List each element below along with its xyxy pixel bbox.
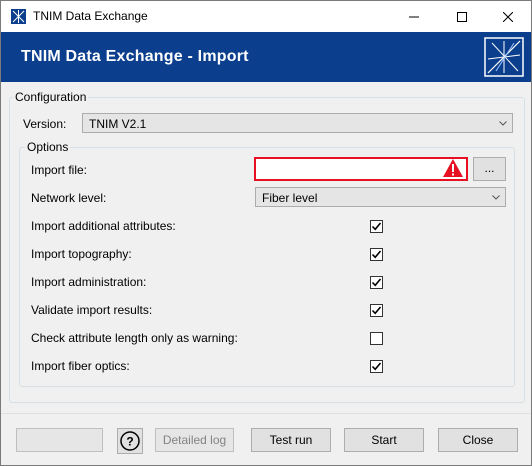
help-label: ? — [126, 435, 133, 449]
network-level-select[interactable]: Fiber level — [255, 187, 506, 207]
checkmark-icon — [371, 222, 382, 231]
test-run-button[interactable]: Test run — [251, 428, 331, 452]
import-file-label: Import file: — [31, 163, 88, 177]
close-button[interactable]: Close — [438, 428, 518, 452]
network-level-value: Fiber level — [262, 191, 318, 205]
import-file-input[interactable] — [254, 157, 468, 181]
close-icon — [503, 11, 513, 22]
blank-button — [16, 428, 103, 452]
chevron-down-icon — [492, 195, 500, 200]
app-icon — [11, 9, 26, 24]
checkbox-label: Check attribute length only as warning: — [31, 331, 238, 345]
option-checkbox[interactable] — [370, 248, 383, 261]
checkbox-label: Import additional attributes: — [31, 219, 176, 233]
title-bar: TNIM Data Exchange — [1, 1, 531, 32]
minimize-icon — [409, 16, 419, 17]
option-checkbox[interactable] — [370, 304, 383, 317]
option-checkbox[interactable] — [370, 360, 383, 373]
header-banner: TNIM Data Exchange - Import — [1, 32, 531, 82]
checkmark-icon — [371, 250, 382, 259]
option-checkbox[interactable] — [370, 332, 383, 345]
checkbox-label: Import fiber optics: — [31, 359, 130, 373]
option-checkbox[interactable] — [370, 220, 383, 233]
version-label: Version: — [23, 117, 67, 131]
checkmark-icon — [371, 362, 382, 371]
detailed-log-button[interactable]: Detailed log — [155, 428, 234, 452]
maximize-icon — [457, 11, 467, 22]
version-select[interactable]: TNIM V2.1 — [82, 113, 513, 133]
close-window-button[interactable] — [485, 1, 531, 32]
window-title: TNIM Data Exchange — [33, 9, 148, 23]
checkbox-label: Validate import results: — [31, 303, 153, 317]
checkbox-label: Import administration: — [31, 275, 147, 289]
banner-title: TNIM Data Exchange - Import — [21, 48, 249, 65]
configuration-group-label: Configuration — [13, 90, 89, 104]
checkmark-icon — [371, 278, 382, 287]
option-checkbox[interactable] — [370, 276, 383, 289]
checkbox-label: Import topography: — [31, 247, 132, 261]
start-button[interactable]: Start — [344, 428, 424, 452]
chevron-down-icon — [499, 121, 507, 126]
warning-icon — [443, 159, 463, 177]
footer-divider — [1, 413, 531, 414]
checkmark-icon — [371, 306, 382, 315]
network-level-label: Network level: — [31, 191, 107, 205]
options-group — [19, 147, 515, 387]
minimize-button[interactable] — [391, 1, 437, 32]
tnim-logo-icon — [484, 37, 524, 77]
options-group-label: Options — [25, 140, 71, 154]
browse-button[interactable]: ... — [473, 157, 506, 181]
help-icon[interactable]: ? — [117, 428, 143, 454]
app-window: TNIM Data Exchange TNIM Data Exchange - … — [0, 0, 532, 466]
maximize-button[interactable] — [439, 1, 485, 32]
version-value: TNIM V2.1 — [89, 117, 147, 131]
